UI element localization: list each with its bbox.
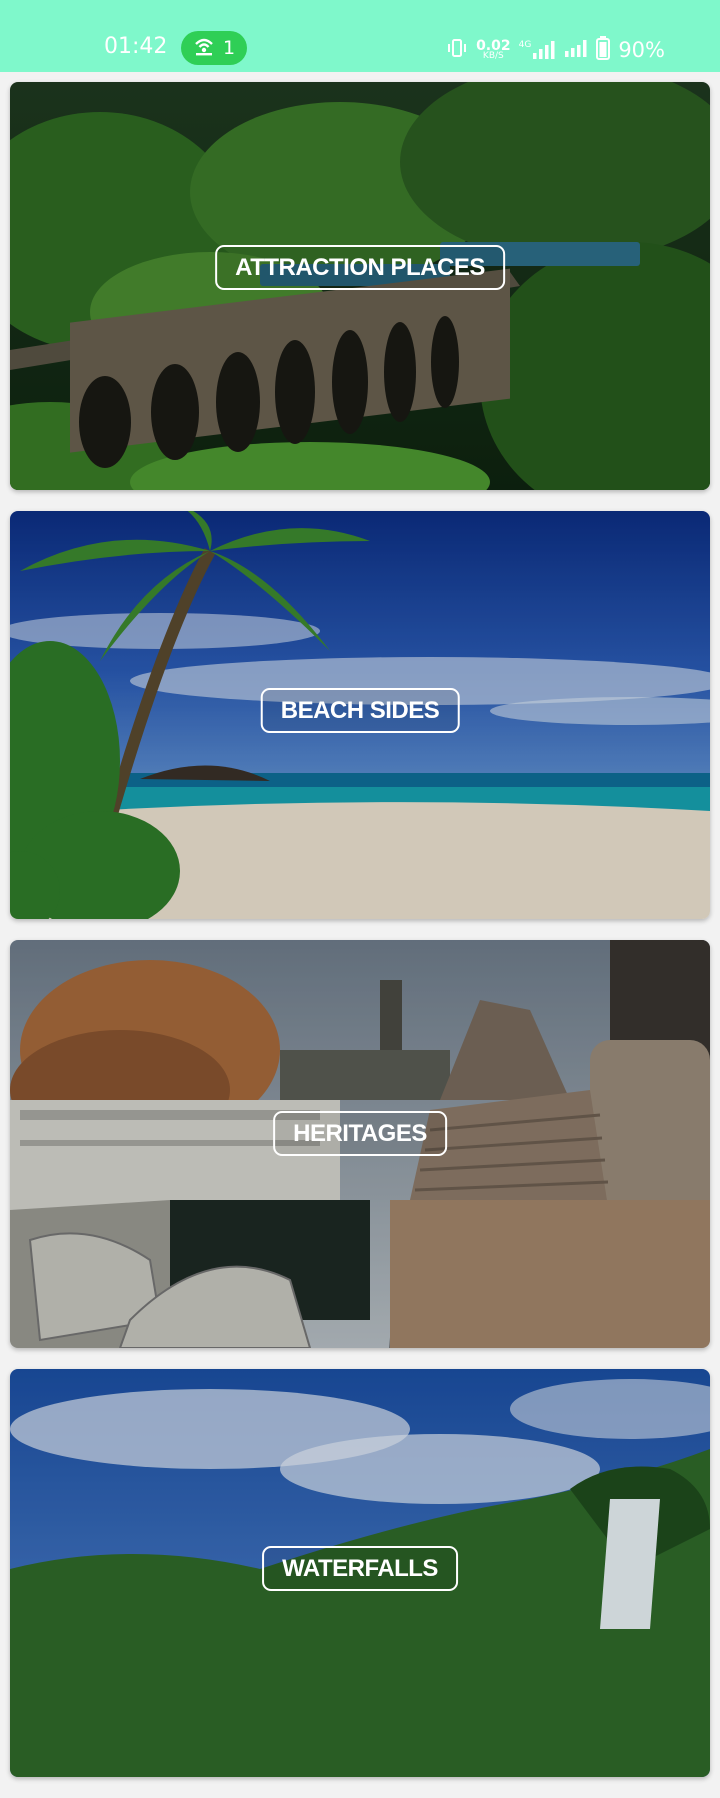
category-card-attraction-places[interactable]: ATTRACTION PLACES xyxy=(10,82,710,490)
category-list: ATTRACTION PLACES BEACH SIDES HERITAGES … xyxy=(10,82,710,1798)
hotspot-icon xyxy=(193,36,215,61)
battery-percent: 90% xyxy=(618,38,665,62)
hotspot-indicator[interactable]: 1 xyxy=(181,31,247,65)
hotspot-count: 1 xyxy=(222,37,236,59)
category-label: BEACH SIDES xyxy=(260,688,460,733)
signal-4g-icon: 4G xyxy=(519,40,557,60)
category-label: WATERFALLS xyxy=(262,1546,458,1591)
category-card-heritages[interactable]: HERITAGES xyxy=(10,940,710,1348)
category-label: ATTRACTION PLACES xyxy=(215,245,505,290)
vibrate-icon xyxy=(446,37,468,63)
net-speed: 0.02 KB/S xyxy=(476,37,511,61)
status-time: 01:42 xyxy=(104,34,168,59)
battery-icon xyxy=(596,36,611,64)
category-card-waterfalls[interactable]: WATERFALLS xyxy=(10,1369,710,1777)
category-card-beach-sides[interactable]: BEACH SIDES xyxy=(10,511,710,919)
status-bar: 01:42 1 0.02 KB/S 4G 90% xyxy=(0,0,720,72)
category-label: HERITAGES xyxy=(273,1111,447,1156)
signal-icon xyxy=(564,38,588,62)
